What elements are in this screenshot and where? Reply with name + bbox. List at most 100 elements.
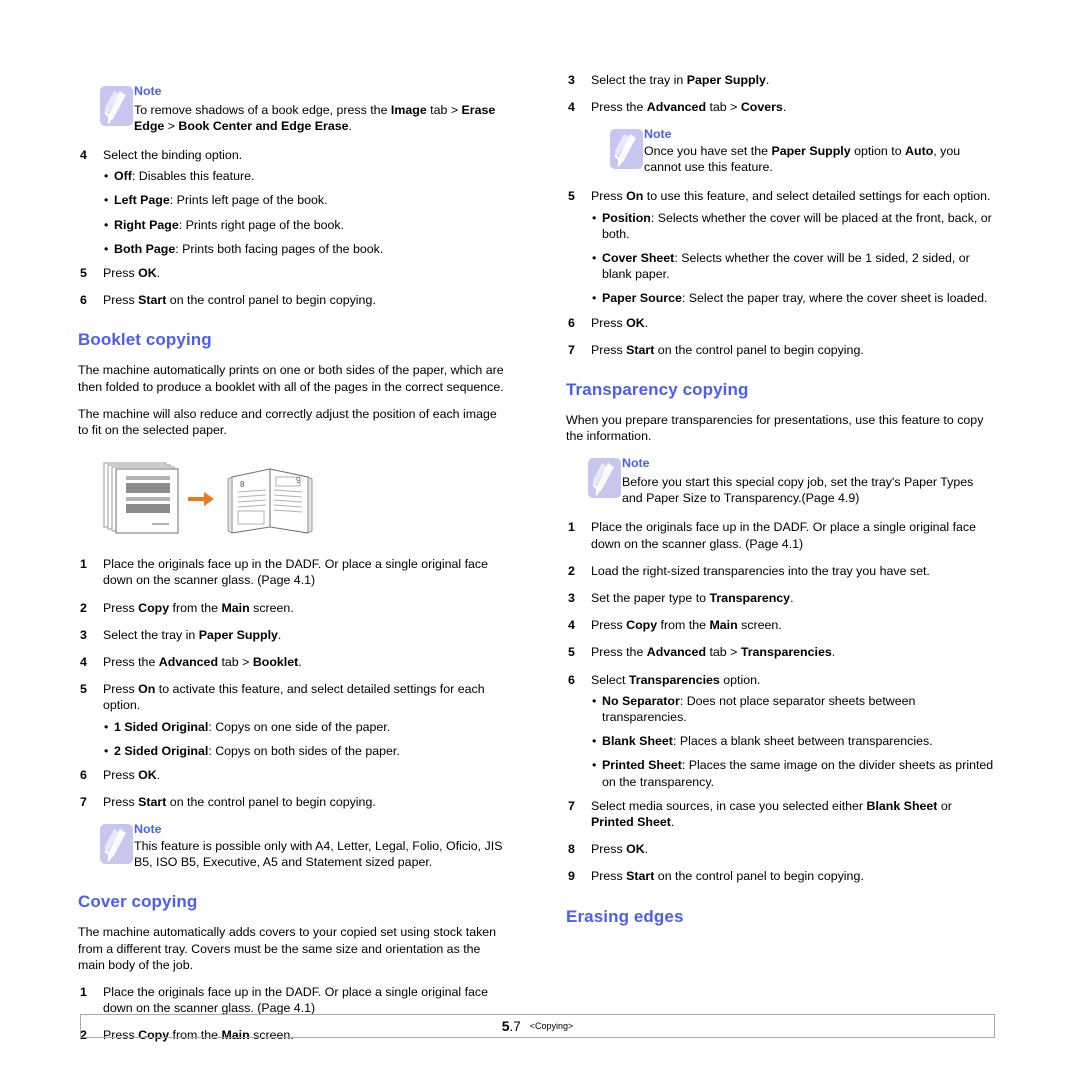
step-text: Press bbox=[103, 293, 139, 308]
bullet-text: : Disables this feature. bbox=[131, 169, 255, 184]
step-transparency-8: 8 Press OK. bbox=[566, 841, 996, 857]
bullet-dot: • bbox=[104, 169, 109, 184]
bullet-label: No Separator bbox=[602, 693, 680, 708]
step-bold-transparencies: Transparencies bbox=[628, 672, 720, 687]
transparency-paragraph: When you prepare transparencies for pres… bbox=[566, 413, 984, 444]
step-text: tab > bbox=[706, 645, 741, 660]
step-text: Press the bbox=[591, 645, 647, 660]
step-bold-start: Start bbox=[626, 342, 655, 357]
step-bold-advanced: Advanced bbox=[646, 645, 707, 660]
step-bold-copy: Copy bbox=[626, 618, 658, 633]
step-text: Press the bbox=[591, 100, 647, 115]
step-text: tab > bbox=[706, 100, 741, 115]
step-text: Select the tray in bbox=[591, 73, 687, 87]
step-text: Press bbox=[103, 768, 139, 783]
step-cover-4: 4 Press the Advanced tab > Covers. bbox=[566, 99, 996, 115]
step-bold-ok: OK bbox=[138, 768, 157, 783]
page-footer: 5.7 <Copying> bbox=[80, 1014, 995, 1038]
step-bold-ok: OK bbox=[138, 266, 157, 281]
step-number: 7 bbox=[80, 795, 87, 810]
bullet-label: Paper Source bbox=[602, 291, 682, 306]
step-text: Press bbox=[103, 795, 139, 810]
step-bold-paper-supply: Paper Supply bbox=[686, 73, 766, 87]
left-column: Note To remove shadows of a book edge, p… bbox=[78, 72, 508, 1055]
note-body: Once you have set the Paper Supply optio… bbox=[644, 143, 996, 175]
bullet-text: : Places a blank sheet between transpare… bbox=[672, 734, 933, 749]
step-bold-main: Main bbox=[221, 600, 250, 615]
note-text: . bbox=[348, 119, 352, 133]
step-text: Press bbox=[103, 682, 139, 697]
step-bold-on: On bbox=[138, 682, 156, 697]
bullet-dot: • bbox=[104, 217, 109, 232]
step-number: 1 bbox=[80, 557, 87, 572]
step-transparency-1: 1 Place the originals face up in the DADF… bbox=[566, 519, 996, 551]
booklet-illustration: 8 9 bbox=[103, 462, 313, 534]
step-booklet-6: 6 Press OK. bbox=[78, 767, 508, 783]
note-pen-icon bbox=[100, 86, 133, 126]
step-number: 6 bbox=[80, 293, 87, 308]
step-text: Place the originals face up in the DADF.… bbox=[591, 520, 977, 551]
step-text: . bbox=[156, 768, 161, 783]
note-bold-image: Image bbox=[390, 103, 427, 117]
step-number: 2 bbox=[568, 563, 575, 578]
note-text: tab > bbox=[426, 103, 462, 117]
note-title: Note bbox=[622, 456, 650, 471]
heading-cover-copying: Cover copying bbox=[78, 892, 198, 912]
step-press-start: 6 Press Start on the control panel to beg… bbox=[78, 292, 508, 308]
step-number: 4 bbox=[568, 618, 575, 633]
step-bold-start: Start bbox=[138, 795, 167, 810]
bullet-text: : Copys on one side of the paper. bbox=[208, 719, 391, 734]
bullet-dot: • bbox=[592, 734, 597, 749]
heading-booklet-copying: Booklet copying bbox=[78, 330, 212, 350]
step-text: Press bbox=[591, 869, 627, 884]
bullet-both-page: • Both Page: Prints both facing pages of … bbox=[78, 241, 508, 257]
step-text: . bbox=[298, 655, 302, 670]
step-cover-3: 3 Select the tray in Paper Supply. bbox=[566, 72, 996, 88]
bullet-cover-sheet: • Cover Sheet: Selects whether the cover … bbox=[566, 250, 996, 282]
step-text: to activate this feature, and select det… bbox=[103, 682, 485, 713]
step-text: on the control panel to begin copying. bbox=[166, 293, 376, 308]
cover-paragraph: The machine automatically adds covers to… bbox=[78, 925, 497, 972]
note-pen-icon bbox=[588, 458, 621, 499]
step-bold-ok: OK bbox=[626, 315, 645, 330]
note-text: option to bbox=[850, 144, 906, 159]
step-text: Press bbox=[103, 600, 139, 615]
bullet-dot: • bbox=[592, 693, 597, 708]
bullet-text: : Copys on both sides of the paper. bbox=[208, 743, 400, 758]
step-text: Select the binding option. bbox=[103, 148, 243, 162]
note-paper-sizes: Note This feature is possible only with … bbox=[78, 822, 508, 870]
step-booklet-2: 2 Press Copy from the Main screen. bbox=[78, 600, 508, 616]
bullet-right-page: • Right Page: Prints right page of the bo… bbox=[78, 217, 508, 233]
step-number: 9 bbox=[568, 869, 575, 884]
bullet-no-separator: • No Separator: Does not place separator … bbox=[566, 693, 996, 725]
step-text: . bbox=[790, 591, 794, 606]
document-stack-icon bbox=[103, 462, 179, 534]
bullet-text: : Select the paper tray, where the cover… bbox=[681, 291, 988, 306]
note-title: Note bbox=[644, 127, 672, 142]
step-text: or bbox=[937, 798, 952, 813]
bullet-label: Off bbox=[114, 169, 132, 184]
step-binding-option: 4 Select the binding option. bbox=[78, 147, 508, 163]
step-text: from the bbox=[169, 600, 222, 615]
bullet-dot: • bbox=[592, 210, 597, 225]
note-body: To remove shadows of a book edge, press … bbox=[134, 102, 508, 134]
step-transparency-9: 9 Press Start on the control panel to beg… bbox=[566, 868, 996, 884]
step-text: Press bbox=[591, 842, 627, 857]
bullet-label: Left Page bbox=[114, 193, 170, 208]
document-page: Note To remove shadows of a book edge, p… bbox=[0, 0, 1080, 1080]
step-booklet-3: 3 Select the tray in Paper Supply. bbox=[78, 627, 508, 643]
step-text: screen. bbox=[249, 600, 294, 615]
note-image-erase-edge: Note To remove shadows of a book edge, p… bbox=[78, 84, 508, 134]
bullet-off: • Off: Disables this feature. bbox=[78, 168, 508, 184]
step-bold-paper-supply: Paper Supply bbox=[198, 627, 278, 642]
step-bold-booklet: Booklet bbox=[252, 655, 299, 670]
step-text: Press bbox=[591, 342, 627, 357]
step-bold-start: Start bbox=[138, 293, 167, 308]
step-transparency-3: 3 Set the paper type to Transparency. bbox=[566, 590, 996, 606]
bullet-label: Right Page bbox=[114, 217, 179, 232]
bullet-label: 1 Sided Original bbox=[114, 719, 209, 734]
step-bold-transparencies: Transparencies bbox=[740, 645, 832, 660]
footer-chapter-label: <Copying> bbox=[529, 1021, 574, 1031]
bullet-left-page: • Left Page: Prints left page of the book… bbox=[78, 192, 508, 208]
step-bold-transparency: Transparency bbox=[709, 591, 791, 606]
